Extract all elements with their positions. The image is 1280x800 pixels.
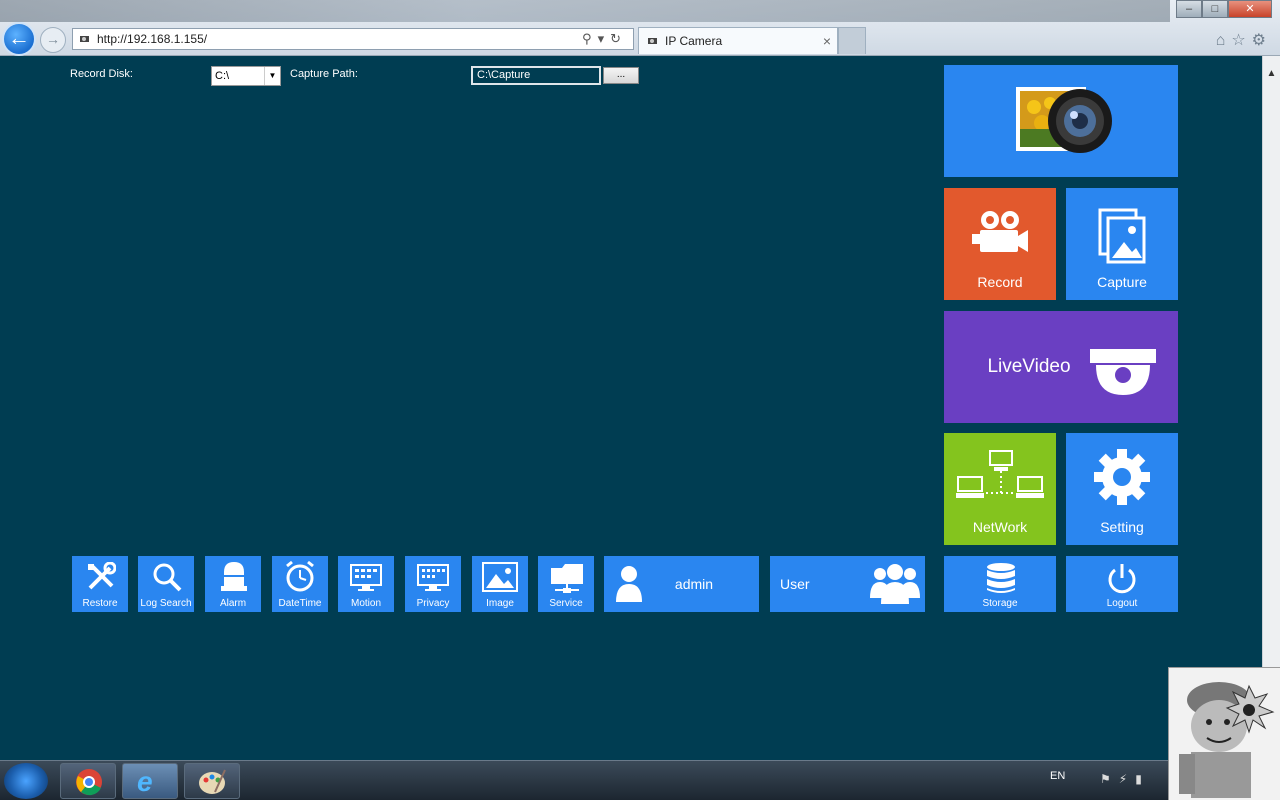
record-tile[interactable]: Record [944,188,1056,300]
livevideo-tile[interactable]: LiveVideo [944,311,1178,423]
datetime-label: DateTime [278,598,322,609]
scroll-up-icon[interactable]: ▲ [1263,68,1280,79]
title-bar [0,0,1170,22]
camera-photo-icon [1016,87,1112,153]
favorites-star-icon[interactable]: ☆ [1231,32,1251,49]
close-button[interactable]: ✕ [1228,0,1272,18]
forward-button[interactable]: → [40,27,66,53]
record-disk-value: C:\ [215,70,230,82]
image-button[interactable]: Image [472,556,528,612]
restore-label: Restore [82,598,118,609]
monitor-grid-icon [350,564,382,591]
network-label: NetWork [972,519,1028,535]
ie-taskbar-icon[interactable]: e [122,763,178,799]
alarm-label: Alarm [219,598,247,609]
tab-ip-camera[interactable]: IP Camera × [638,27,838,54]
system-tray[interactable]: ⚑⚡▮ [1100,772,1150,786]
setting-tile[interactable]: Setting [1066,433,1178,545]
picture-icon [482,562,518,592]
users-group-icon [870,564,920,604]
address-bar[interactable]: http://192.168.1.155/ ⚲▾↻ [72,28,634,50]
taskbar: e [0,760,1280,800]
magnifier-icon [153,563,182,592]
user-tile[interactable]: User [770,556,925,612]
storage-label: Storage [982,598,1018,609]
dome-camera-icon [1090,349,1156,395]
folder-network-icon [551,564,583,593]
record-disk-label: Record Disk: [70,68,133,80]
new-tab-button[interactable] [838,27,866,54]
admin-label: admin [674,576,714,592]
video-camera-icon [972,211,1028,252]
logout-tile[interactable]: Logout [1066,556,1178,612]
service-label: Service [549,598,583,609]
motion-button[interactable]: Motion [338,556,394,612]
motion-label: Motion [350,598,381,609]
gallery-icon [1098,208,1146,264]
log-search-button[interactable]: Log Search [138,556,194,612]
ie-icon: e [137,766,153,797]
log-search-label: Log Search [140,598,192,609]
vertical-scrollbar[interactable]: ▲ [1262,56,1280,760]
capture-path-label: Capture Path: [290,68,358,80]
page-favicon-icon [80,36,89,42]
capture-tile[interactable]: Capture [1066,188,1178,300]
service-button[interactable]: Service [538,556,594,612]
address-actions[interactable]: ⚲▾↻ [582,29,627,49]
language-indicator[interactable]: EN [1050,770,1065,782]
alarm-button[interactable]: Alarm [205,556,261,612]
back-button[interactable]: ← [2,22,36,56]
window-controls: – □ ✕ [1176,0,1272,18]
monitor-dots-icon [417,564,449,591]
admin-tile[interactable]: admin [604,556,759,612]
setting-label: Setting [1100,519,1144,535]
signal-icon[interactable]: ▮ [1135,772,1150,786]
database-icon [987,563,1015,593]
home-icon[interactable]: ⌂ [1216,32,1232,49]
chrome-icon [76,769,102,796]
logout-label: Logout [1106,598,1138,609]
tools-icon [88,562,116,590]
tab-close-icon[interactable]: × [823,28,831,54]
image-label: Image [486,598,514,609]
network-tile[interactable]: NetWork [944,433,1056,545]
browse-button[interactable]: ... [603,67,639,84]
capture-path-input[interactable]: C:\Capture [471,66,601,85]
gear-icon[interactable]: ⚙ [1252,32,1272,49]
privacy-button[interactable]: Privacy [405,556,461,612]
gear-icon [1094,449,1150,505]
maximize-button[interactable]: □ [1202,0,1228,18]
capture-label: Capture [1097,274,1147,290]
privacy-label: Privacy [416,598,450,609]
paint-taskbar-icon[interactable] [184,763,240,799]
alarm-light-icon [221,562,247,591]
chrome-taskbar-icon[interactable] [60,763,116,799]
power-icon [1108,564,1136,594]
browser-tools: ⌂☆⚙ [1216,30,1272,50]
restore-button[interactable]: Restore [72,556,128,612]
user-label: User [780,576,810,592]
datetime-button[interactable]: DateTime [272,556,328,612]
palette-icon [199,769,226,794]
flag-icon[interactable]: ⚑ [1100,772,1119,786]
cartoon-character-icon [1179,682,1275,798]
chevron-down-icon[interactable]: ▼ [264,67,280,85]
tab-favicon-icon [648,38,657,44]
network-icon [956,450,1044,498]
storage-tile[interactable]: Storage [944,556,1056,612]
browser-chrome: ← → http://192.168.1.155/ ⚲▾↻ IP Camera … [0,0,1280,56]
snapshot-tile[interactable] [944,65,1178,177]
minimize-button[interactable]: – [1176,0,1202,18]
record-disk-select[interactable]: C:\ ▼ [211,66,281,86]
cartoon-overlay-image [1168,667,1280,800]
record-label: Record [977,274,1023,290]
address-url: http://192.168.1.155/ [97,32,208,46]
clock-icon [286,560,314,592]
power-plug-icon[interactable]: ⚡ [1119,772,1135,786]
windows-start-icon[interactable] [4,763,48,799]
tab-title: IP Camera [665,34,723,48]
